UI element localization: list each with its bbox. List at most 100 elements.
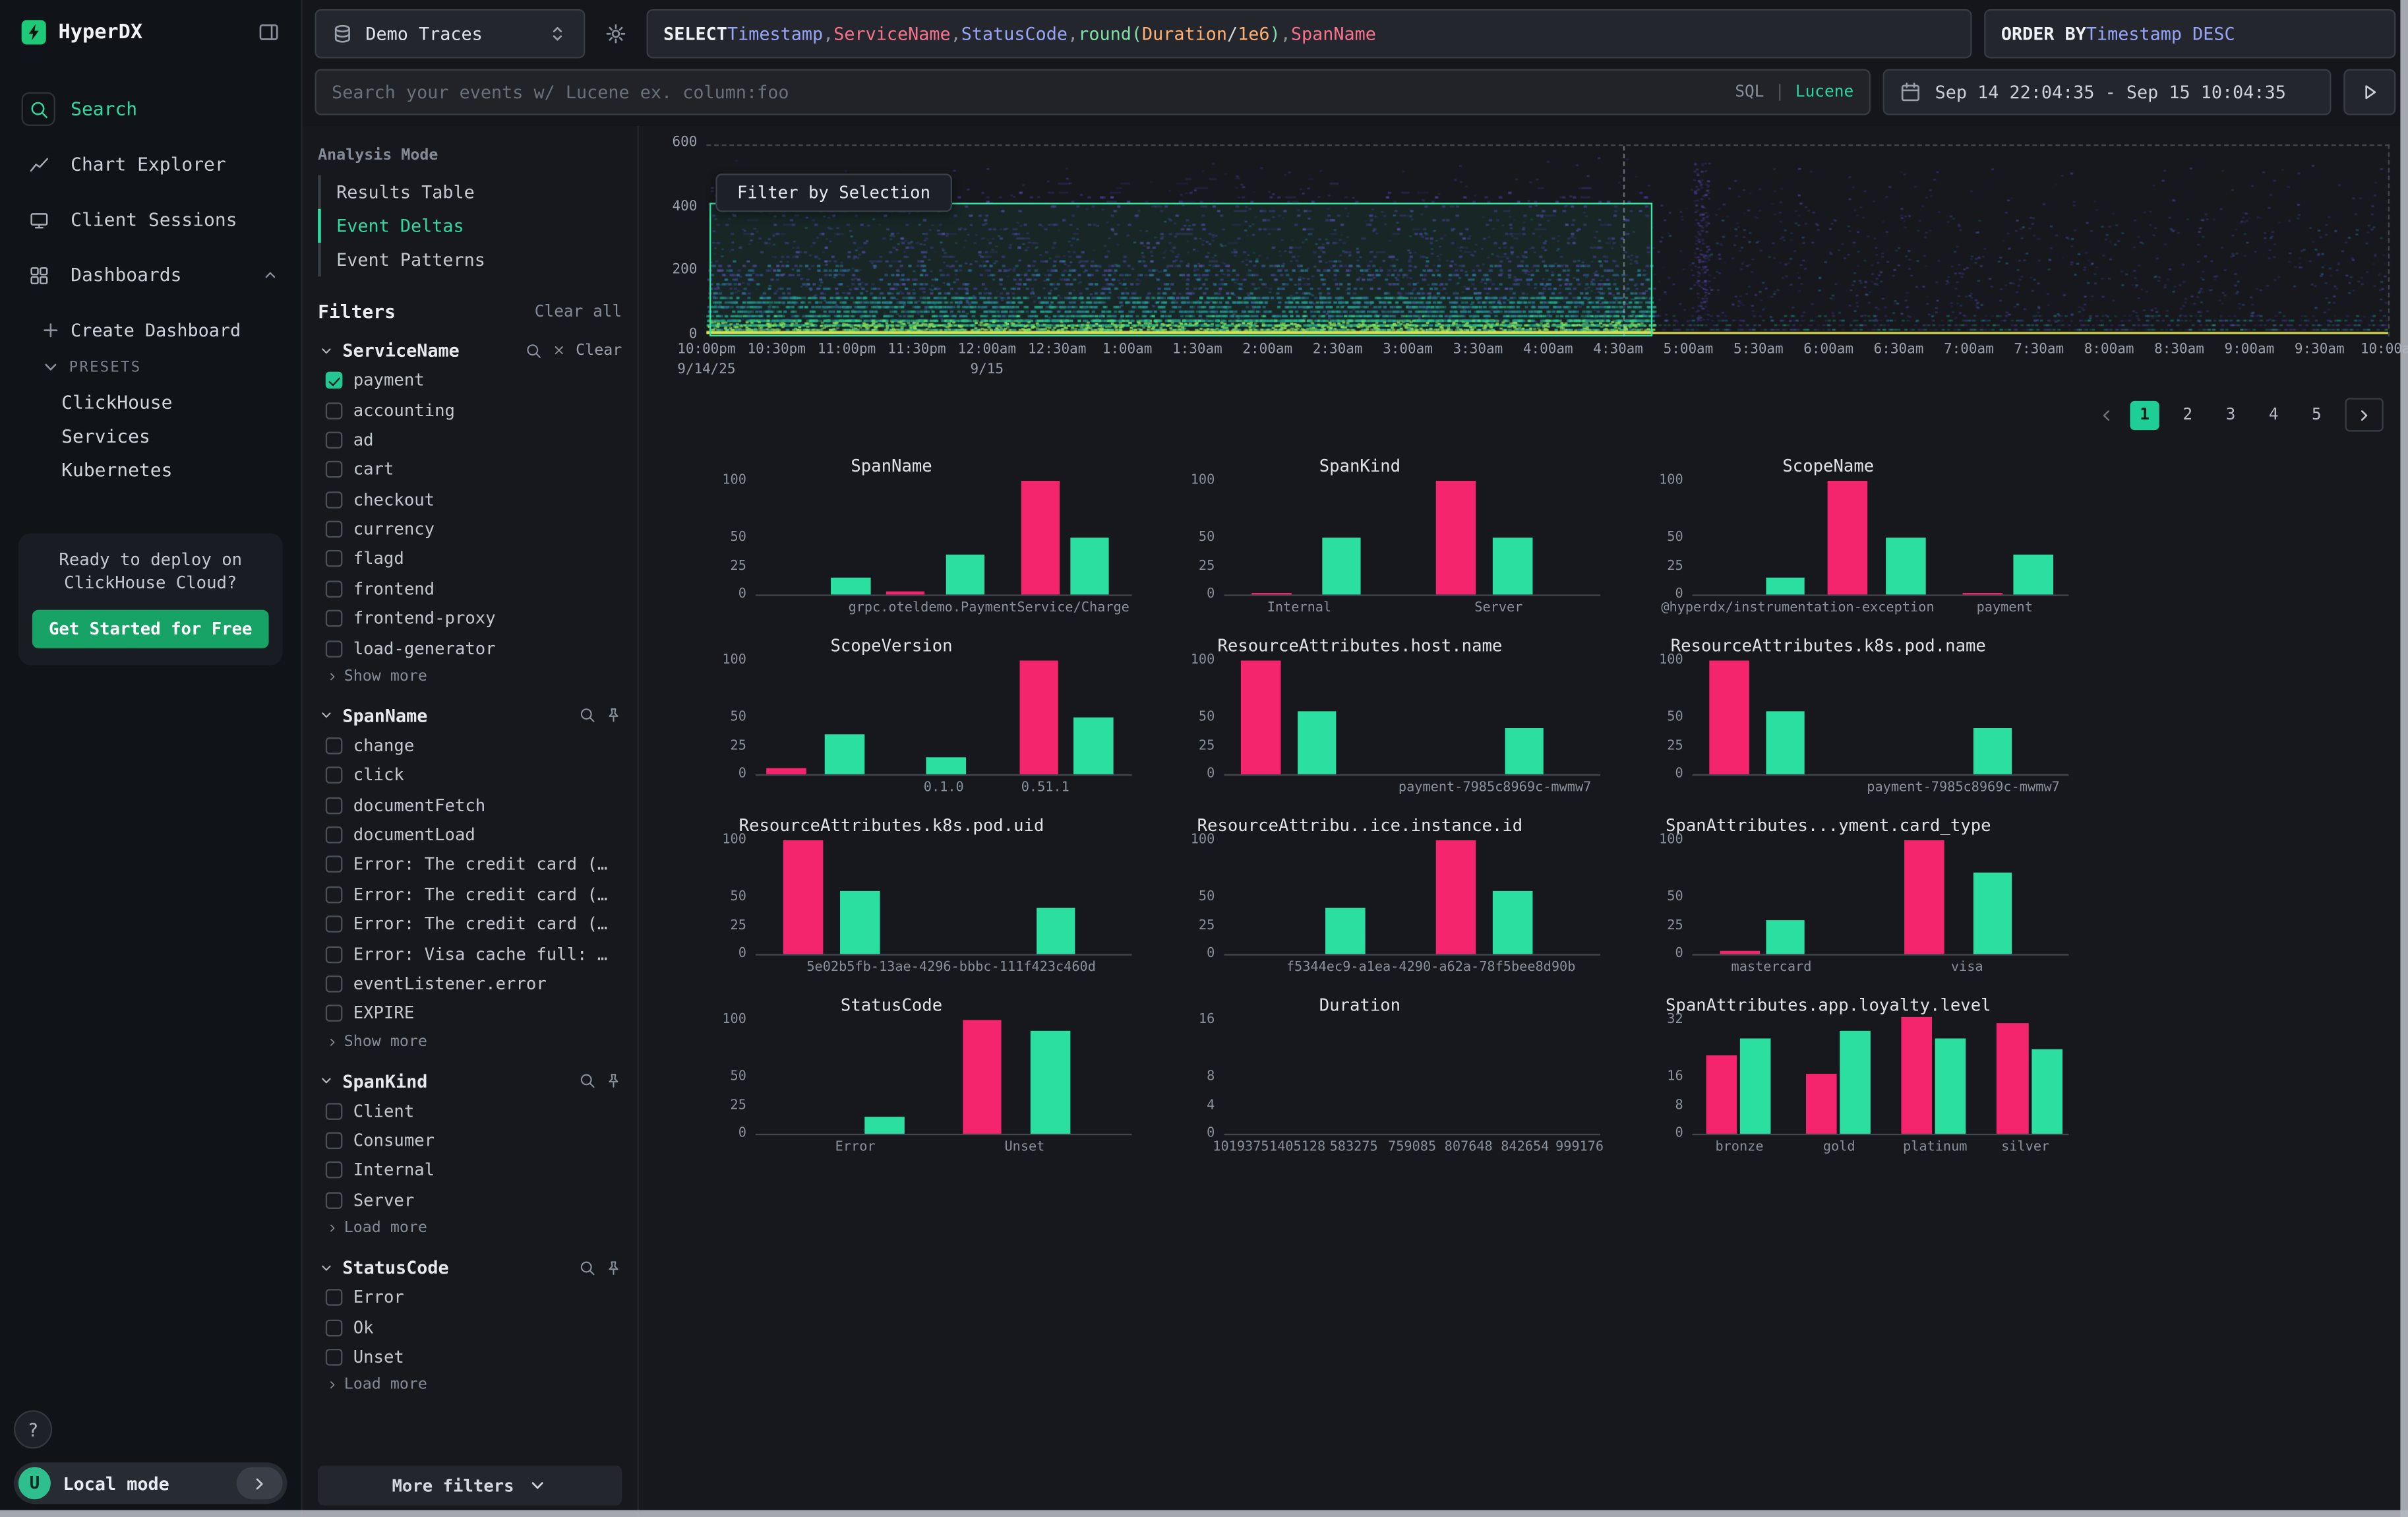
bar[interactable] xyxy=(886,591,925,594)
order-by-input[interactable]: ORDER BY Timestamp DESC xyxy=(1984,9,2395,59)
sql-column-editor[interactable]: SELECT Timestamp, ServiceName, StatusCod… xyxy=(647,9,1972,59)
presets-toggle[interactable]: PRESETS xyxy=(40,349,301,386)
pagination-page-1[interactable]: 1 xyxy=(2130,400,2159,429)
bar[interactable] xyxy=(784,840,824,954)
facet-search-icon[interactable] xyxy=(579,1072,596,1090)
bar[interactable] xyxy=(1322,538,1362,594)
get-started-button[interactable]: Get Started for Free xyxy=(32,609,269,648)
bar[interactable] xyxy=(1901,1016,1932,1134)
filter-checkbox-eventlistener-error[interactable]: eventListener.error xyxy=(318,969,622,999)
filter-checkbox-accounting[interactable]: accounting xyxy=(318,395,622,425)
bar[interactable] xyxy=(1963,592,2002,594)
load-more-button[interactable]: Load more xyxy=(318,1372,622,1394)
bar[interactable] xyxy=(1997,1024,2028,1134)
bar[interactable] xyxy=(1766,578,1805,595)
pagination-next-button[interactable] xyxy=(2345,398,2384,431)
filter-checkbox-currency[interactable]: currency xyxy=(318,514,622,544)
facet-clear-x-icon[interactable] xyxy=(551,342,566,357)
bar[interactable] xyxy=(1504,729,1544,774)
filter-checkbox-server[interactable]: Server xyxy=(318,1185,622,1215)
pagination-page-4[interactable]: 4 xyxy=(2259,400,2288,429)
bar[interactable] xyxy=(831,578,870,595)
filter-checkbox-error-the-credit-card[interactable]: Error: The credit card (… xyxy=(318,880,622,910)
filter-group-header-statuscode[interactable]: StatusCode xyxy=(318,1252,622,1283)
bar[interactable] xyxy=(1706,1055,1737,1133)
bar[interactable] xyxy=(1839,1031,1870,1134)
bar[interactable] xyxy=(1766,712,1805,774)
analysis-mode-event-deltas[interactable]: Event Deltas xyxy=(318,209,622,243)
filter-checkbox-documentfetch[interactable]: documentFetch xyxy=(318,790,622,820)
filter-checkbox-error-the-credit-card[interactable]: Error: The credit card (… xyxy=(318,850,622,880)
help-button[interactable]: ? xyxy=(14,1410,52,1448)
filter-checkbox-frontend-proxy[interactable]: frontend-proxy xyxy=(318,604,622,633)
analysis-mode-event-patterns[interactable]: Event Patterns xyxy=(318,243,622,276)
sidebar-item-kubernetes[interactable]: Kubernetes xyxy=(40,453,301,487)
bar[interactable] xyxy=(840,892,880,954)
load-more-button[interactable]: Load more xyxy=(318,1215,622,1237)
facet-search-icon[interactable] xyxy=(579,707,596,724)
sidebar-item-clickhouse[interactable]: ClickHouse xyxy=(40,386,301,419)
sidebar-item-search[interactable]: Search xyxy=(0,81,301,137)
bar[interactable] xyxy=(1325,908,1365,954)
bar[interactable] xyxy=(864,1117,904,1134)
filter-checkbox-cart[interactable]: cart xyxy=(318,455,622,485)
collapse-sidebar-button[interactable] xyxy=(258,22,280,44)
bar[interactable] xyxy=(1766,920,1805,954)
filter-group-header-spankind[interactable]: SpanKind xyxy=(318,1065,622,1096)
show-more-button[interactable]: Show more xyxy=(318,664,622,685)
analysis-mode-results-table[interactable]: Results Table xyxy=(318,175,622,209)
local-mode-button[interactable]: U Local mode xyxy=(14,1462,287,1504)
facet-clear-button[interactable]: Clear xyxy=(576,342,622,359)
filter-group-header-servicename[interactable]: ServiceNameClear xyxy=(318,335,622,366)
more-filters-button[interactable]: More filters xyxy=(318,1466,622,1506)
bar[interactable] xyxy=(1805,1073,1836,1134)
sidebar-item-chart-explorer[interactable]: Chart Explorer xyxy=(0,137,301,192)
heatmap-plot[interactable]: Filter by Selection xyxy=(706,144,2390,336)
pagination-page-3[interactable]: 3 xyxy=(2216,400,2245,429)
bar[interactable] xyxy=(1973,872,2012,954)
filter-checkbox-load-generator[interactable]: load-generator xyxy=(318,633,622,663)
bar[interactable] xyxy=(1493,538,1532,594)
bar[interactable] xyxy=(1828,481,1867,594)
facet-search-icon[interactable] xyxy=(579,1259,596,1276)
filter-checkbox-unset[interactable]: Unset xyxy=(318,1342,622,1372)
source-settings-button[interactable] xyxy=(597,23,634,45)
sidebar-item-dashboards[interactable]: Dashboards xyxy=(0,247,301,303)
bar[interactable] xyxy=(1437,840,1476,954)
bar[interactable] xyxy=(1298,712,1337,774)
run-query-button[interactable] xyxy=(2343,69,2395,115)
filter-checkbox-error[interactable]: Error xyxy=(318,1283,622,1313)
bar[interactable] xyxy=(1252,592,1292,594)
bar[interactable] xyxy=(1493,892,1532,954)
create-dashboard-button[interactable]: Create Dashboard xyxy=(40,312,301,349)
bar[interactable] xyxy=(2014,555,2054,594)
filter-checkbox-change[interactable]: change xyxy=(318,731,622,760)
show-more-button[interactable]: Show more xyxy=(318,1028,622,1050)
date-range-picker[interactable]: Sep 14 22:04:35 - Sep 15 10:04:35 xyxy=(1882,69,2331,115)
facet-pin-icon[interactable] xyxy=(605,1259,622,1276)
bar[interactable] xyxy=(1739,1037,1770,1133)
facet-pin-icon[interactable] xyxy=(605,707,622,724)
filter-checkbox-client[interactable]: Client xyxy=(318,1096,622,1126)
filter-checkbox-flagd[interactable]: flagd xyxy=(318,544,622,574)
bar[interactable] xyxy=(1437,481,1476,594)
filter-checkbox-expire[interactable]: EXPIRE xyxy=(318,999,622,1028)
filter-checkbox-documentload[interactable]: documentLoad xyxy=(318,820,622,850)
filter-checkbox-checkout[interactable]: checkout xyxy=(318,485,622,514)
bar[interactable] xyxy=(1030,1032,1069,1134)
bar[interactable] xyxy=(1886,538,1926,594)
selection-overlay[interactable] xyxy=(709,203,1653,336)
clear-all-filters-button[interactable]: Clear all xyxy=(535,303,622,321)
bar[interactable] xyxy=(767,768,806,774)
bar[interactable] xyxy=(1709,661,1749,774)
filter-checkbox-consumer[interactable]: Consumer xyxy=(318,1126,622,1156)
search-input[interactable]: Search your events w/ Lucene ex. column:… xyxy=(315,69,1870,115)
bar[interactable] xyxy=(1905,840,1944,954)
bar[interactable] xyxy=(1241,661,1280,774)
filter-checkbox-frontend[interactable]: frontend xyxy=(318,574,622,604)
filter-checkbox-error-visa-cache-full[interactable]: Error: Visa cache full: … xyxy=(318,939,622,969)
bar[interactable] xyxy=(1036,908,1075,954)
pagination-page-5[interactable]: 5 xyxy=(2302,400,2331,429)
source-select[interactable]: Demo Traces xyxy=(315,9,585,59)
filter-checkbox-click[interactable]: click xyxy=(318,760,622,790)
